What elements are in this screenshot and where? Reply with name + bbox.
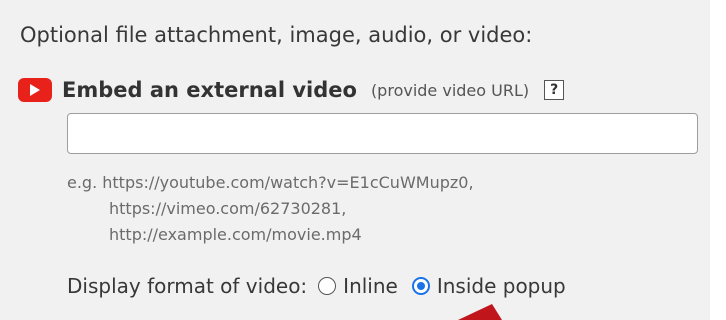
url-examples: e.g. https://youtube.com/watch?v=E1cCuWM… [67, 170, 474, 248]
embed-video-row: Embed an external video (provide video U… [18, 75, 565, 105]
radio-inside-popup[interactable] [411, 277, 430, 295]
radio-option-inline[interactable]: Inline [318, 274, 398, 298]
embed-video-title: Embed an external video [62, 78, 357, 102]
youtube-play-icon [18, 78, 52, 102]
example-line-vimeo: https://vimeo.com/62730281, [109, 199, 347, 218]
annotation-arrow-icon [458, 304, 502, 320]
display-format-label: Display format of video: [67, 274, 308, 298]
embed-video-hint: (provide video URL) [370, 80, 530, 100]
help-button[interactable]: ? [544, 80, 565, 100]
radio-inline[interactable] [318, 277, 337, 295]
video-url-input[interactable] [67, 113, 698, 154]
display-format-row: Display format of video: Inline Inside p… [67, 269, 566, 303]
example-line-mp4: http://example.com/movie.mp4 [109, 225, 362, 244]
question-attachment-panel: Optional file attachment, image, audio, … [0, 0, 710, 320]
right-edge [710, 0, 726, 320]
radio-popup-label: Inside popup [436, 274, 566, 298]
attachment-heading: Optional file attachment, image, audio, … [20, 23, 533, 47]
example-line-youtube: e.g. https://youtube.com/watch?v=E1cCuWM… [67, 173, 474, 192]
radio-option-popup[interactable]: Inside popup [411, 274, 566, 298]
radio-inline-label: Inline [343, 274, 398, 298]
